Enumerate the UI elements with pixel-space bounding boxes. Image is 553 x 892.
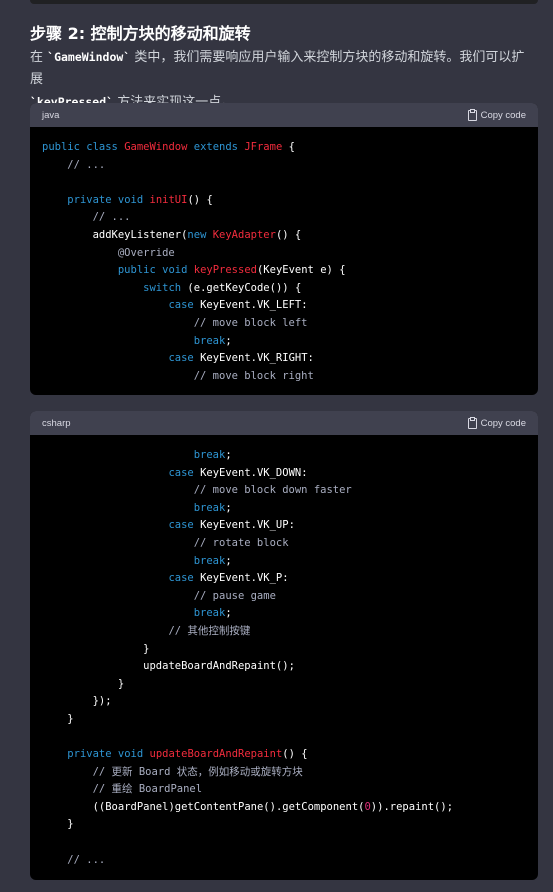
code-language-label: java	[42, 109, 60, 121]
section-heading: 步骤 2: 控制方块的移动和旋转	[30, 24, 251, 43]
copy-code-button[interactable]: Copy code	[467, 108, 526, 121]
code-line: case KeyEvent.VK_P:	[168, 572, 289, 585]
code-line: switch (e.getKeyCode()) {	[143, 281, 302, 294]
code-line: // pause game	[193, 589, 276, 602]
code-line: break;	[193, 501, 232, 514]
code-line: updateBoardAndRepaint();	[143, 660, 295, 673]
clipboard-icon	[467, 416, 477, 429]
previous-block-edge	[30, 0, 538, 4]
code-line: break;	[193, 607, 232, 620]
code-content: public class GameWindow extends JFrame {…	[30, 127, 538, 395]
paragraph-text: 在	[30, 50, 48, 65]
code-line: case KeyEvent.VK_UP:	[168, 519, 295, 532]
code-block-header: java Copy code	[30, 103, 538, 127]
code-line: }	[117, 677, 125, 690]
copy-code-label: Copy code	[480, 417, 526, 429]
code-line: // rotate block	[193, 536, 289, 549]
code-language-label: csharp	[42, 417, 71, 429]
code-block-csharp: csharp Copy code break; case KeyEvent.VK…	[30, 411, 538, 880]
code-line: break;	[193, 449, 232, 461]
code-line: case KeyEvent.VK_DOWN:	[168, 466, 308, 479]
code-line: }	[143, 642, 150, 655]
code-line: // 重绘 BoardPanel	[92, 783, 203, 796]
code-line: }	[67, 712, 74, 725]
code-content: break; case KeyEvent.VK_DOWN: // move bl…	[30, 435, 538, 879]
code-line: break;	[193, 554, 232, 567]
code-line: // 更新 Board 状态，例如移动或旋转方块	[92, 765, 303, 778]
code-line: break;	[193, 334, 232, 347]
code-line: private void initUI() {	[67, 193, 213, 206]
copy-code-label: Copy code	[480, 109, 526, 121]
code-line: public class GameWindow extends JFrame {	[42, 141, 295, 153]
code-line: // ...	[67, 158, 106, 171]
code-line: // move block right	[193, 369, 314, 382]
code-line: }	[67, 818, 74, 831]
code-line: @Override	[117, 246, 175, 259]
code-block-java: java Copy code public class GameWindow e…	[30, 103, 538, 395]
code-line: });	[92, 695, 112, 708]
code-line: private void updateBoardAndRepaint() {	[67, 748, 308, 761]
code-line: ((BoardPanel)getContentPane().getCompone…	[92, 800, 454, 813]
code-line: case KeyEvent.VK_RIGHT:	[168, 352, 314, 365]
copy-code-button[interactable]: Copy code	[467, 416, 526, 429]
clipboard-icon	[467, 108, 477, 121]
inline-code-gamewindow: `GameWindow`	[47, 50, 131, 64]
code-line: addKeyListener(new KeyAdapter() {	[92, 228, 302, 241]
code-block-header: csharp Copy code	[30, 411, 538, 435]
code-line: public void keyPressed(KeyEvent e) {	[117, 264, 346, 277]
code-line: // move block left	[193, 316, 308, 329]
code-line: // ...	[92, 211, 131, 224]
code-line: // 其他控制按键	[168, 624, 251, 637]
code-line: // ...	[67, 853, 106, 866]
code-line: case KeyEvent.VK_LEFT:	[168, 299, 308, 312]
code-line: // move block down faster	[193, 484, 352, 497]
